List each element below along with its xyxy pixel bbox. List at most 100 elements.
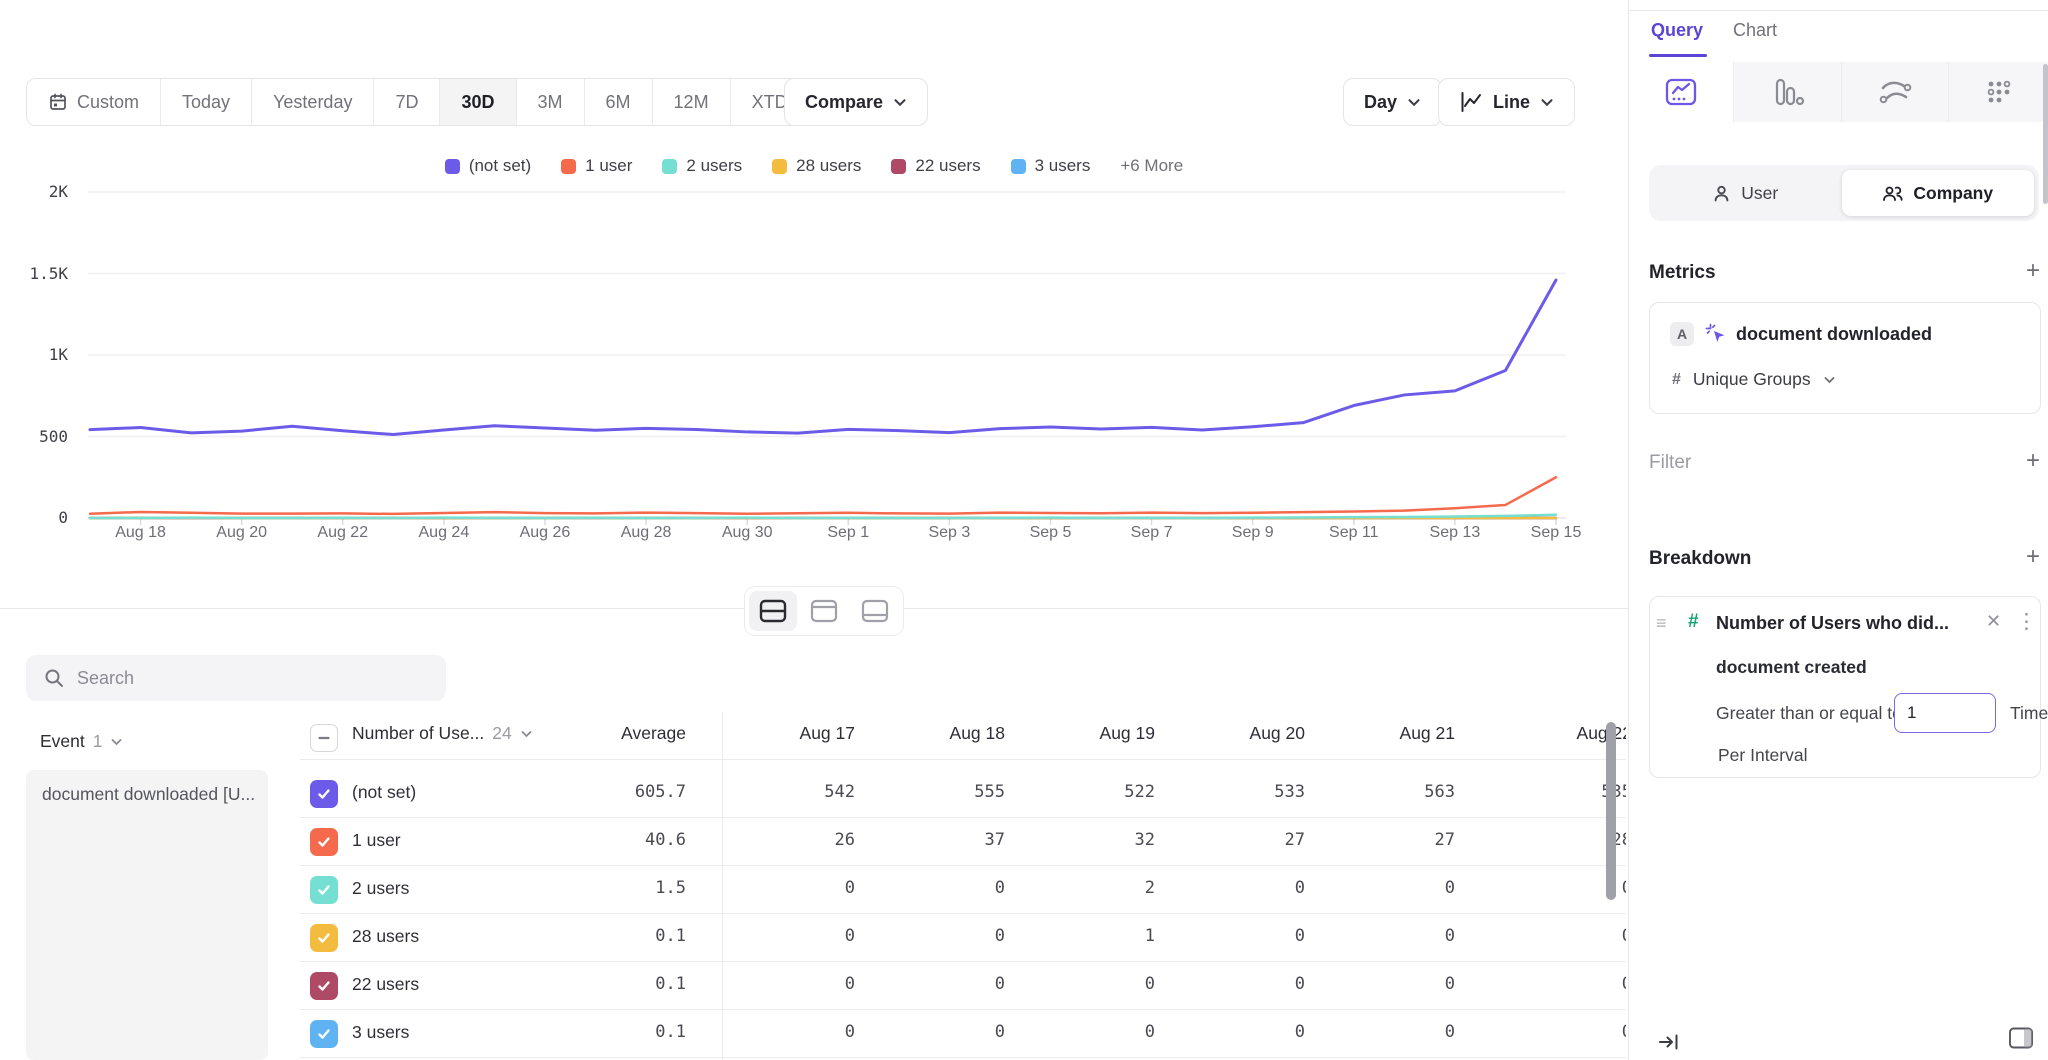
series-line-2-users[interactable] xyxy=(90,515,1556,518)
select-all-checkbox[interactable] xyxy=(310,724,338,752)
metric-card[interactable]: A document downloaded ⋮ # Unique Groups xyxy=(1649,302,2041,414)
chart-style-label: Line xyxy=(1493,92,1530,113)
metric-kebab-menu[interactable]: ⋮ xyxy=(2040,322,2048,343)
scope-company-option[interactable]: Company xyxy=(1842,170,2035,216)
range-30d-button[interactable]: 30D xyxy=(439,79,515,125)
interval-dropdown[interactable]: Day xyxy=(1343,78,1442,126)
row-value: 0 xyxy=(1185,878,1305,898)
group-column-header[interactable]: Number of Use... 24 xyxy=(352,723,533,744)
row-value: 555 xyxy=(885,782,1005,802)
series-line-1-user[interactable] xyxy=(90,477,1556,514)
row-value: 0 xyxy=(735,1022,855,1042)
row-value: 0 xyxy=(885,926,1005,946)
row-checkbox[interactable] xyxy=(310,828,338,856)
company-users-icon xyxy=(1882,184,1903,203)
row-value: 0 xyxy=(1185,926,1305,946)
event-column-header[interactable]: Event 1 xyxy=(40,731,123,752)
range-3m-button[interactable]: 3M xyxy=(516,79,584,125)
date-range-selector: CustomTodayYesterday7D30D3M6M12MXTD xyxy=(26,78,832,126)
date-column-header: Aug 20 xyxy=(1185,723,1305,744)
event-cursor-icon xyxy=(1704,322,1728,346)
chart-type-line-tab[interactable] xyxy=(1629,62,1733,122)
chart-type-flow-tab[interactable] xyxy=(1841,62,1948,122)
line-chart-icon xyxy=(1459,91,1483,113)
tab-chart[interactable]: Chart xyxy=(1733,20,1777,41)
chart-style-dropdown[interactable]: Line xyxy=(1438,78,1575,126)
close-icon[interactable]: ✕ xyxy=(1986,611,2001,632)
search-input[interactable] xyxy=(77,668,407,689)
compare-button[interactable]: Compare xyxy=(784,78,928,126)
breakdown-heading: Breakdown xyxy=(1649,548,1751,570)
y-tick-label: 1.5K xyxy=(8,264,68,283)
date-column-header: Aug 21 xyxy=(1335,723,1455,744)
row-average: 1.5 xyxy=(566,878,686,898)
scope-user-option[interactable]: User xyxy=(1649,165,1842,221)
series-line--not-set-[interactable] xyxy=(90,280,1556,435)
drag-handle-icon[interactable]: ≡ xyxy=(1656,613,1667,634)
range-6m-button[interactable]: 6M xyxy=(584,79,652,125)
add-breakdown-button[interactable]: + xyxy=(2021,546,2045,570)
panel-scrollbar[interactable] xyxy=(2043,64,2048,204)
range-today-button[interactable]: Today xyxy=(160,79,251,125)
date-column-header: Aug 18 xyxy=(885,723,1005,744)
line-chart[interactable] xyxy=(0,140,1628,560)
breakdown-kebab-menu[interactable]: ⋮ xyxy=(2016,611,2037,632)
analytics-app: CustomTodayYesterday7D30D3M6M12MXTD Comp… xyxy=(0,0,2048,1060)
user-icon xyxy=(1712,184,1731,203)
event-cell-label: document downloaded [U... xyxy=(42,784,255,804)
x-tick-label: Sep 13 xyxy=(1409,524,1501,542)
row-checkbox[interactable] xyxy=(310,876,338,904)
row-value: 0 xyxy=(735,974,855,994)
group-count: 24 xyxy=(492,723,511,744)
x-tick-label: Sep 1 xyxy=(802,524,894,542)
row-value: 522 xyxy=(1035,782,1155,802)
toggle-right-panel-button[interactable] xyxy=(2007,1024,2035,1057)
add-filter-button[interactable]: + xyxy=(2021,450,2045,474)
metric-aggregation-dropdown[interactable]: # Unique Groups xyxy=(1672,369,1836,390)
breakdown-per-interval-label: Per Interval xyxy=(1718,745,1807,766)
range-custom-button[interactable]: Custom xyxy=(27,79,160,125)
row-checkbox[interactable] xyxy=(310,924,338,952)
range-7d-button[interactable]: 7D xyxy=(373,79,439,125)
table-row: 2 users1.5002000 xyxy=(300,866,1626,914)
row-value: 0 xyxy=(1512,1022,1626,1042)
range-12m-button[interactable]: 12M xyxy=(652,79,730,125)
row-average: 0.1 xyxy=(566,926,686,946)
add-metric-button[interactable]: + xyxy=(2021,260,2045,284)
breakdown-value-input[interactable] xyxy=(1894,693,1996,733)
event-cell[interactable]: document downloaded [U... xyxy=(26,770,268,1060)
row-value: 0 xyxy=(1185,974,1305,994)
x-tick-label: Aug 22 xyxy=(297,524,389,542)
row-value: 0 xyxy=(1335,878,1455,898)
row-value: 27 xyxy=(1335,830,1455,850)
tab-query[interactable]: Query xyxy=(1651,20,1703,41)
row-value: 1 xyxy=(1035,926,1155,946)
row-checkbox[interactable] xyxy=(310,1020,338,1048)
table-header-row: Number of Use... 24 Average Aug 17Aug 18… xyxy=(300,714,1626,760)
table-scrollbar[interactable] xyxy=(1606,722,1616,900)
row-average: 605.7 xyxy=(566,782,686,802)
row-value: 0 xyxy=(1185,1022,1305,1042)
range-yesterday-button[interactable]: Yesterday xyxy=(251,79,373,125)
x-tick-label: Sep 11 xyxy=(1308,524,1400,542)
row-checkbox[interactable] xyxy=(310,972,338,1000)
x-tick-label: Aug 26 xyxy=(499,524,591,542)
chevron-down-icon xyxy=(1540,98,1554,107)
row-label: 1 user xyxy=(352,830,401,851)
chart-type-matrix-tab[interactable] xyxy=(1948,62,2048,122)
y-tick-label: 2K xyxy=(8,182,68,201)
table-row: 1 user40.6263732272728 xyxy=(300,818,1626,866)
row-label: (not set) xyxy=(352,782,416,803)
collapse-panel-button[interactable] xyxy=(1657,1030,1681,1059)
hash-icon: # xyxy=(1672,371,1681,389)
chart-type-bar-tab[interactable] xyxy=(1733,62,1840,122)
row-average: 40.6 xyxy=(566,830,686,850)
event-header-label: Event xyxy=(40,731,85,752)
row-average: 0.1 xyxy=(566,1022,686,1042)
breakdown-card[interactable]: ≡ # Number of Users who did... ✕ ⋮ docum… xyxy=(1649,596,2041,778)
row-value: 2 xyxy=(1035,878,1155,898)
row-checkbox[interactable] xyxy=(310,780,338,808)
query-panel: Query Chart xyxy=(1628,0,2048,1060)
indeterminate-icon xyxy=(317,731,331,745)
scope-user-label: User xyxy=(1741,183,1778,204)
